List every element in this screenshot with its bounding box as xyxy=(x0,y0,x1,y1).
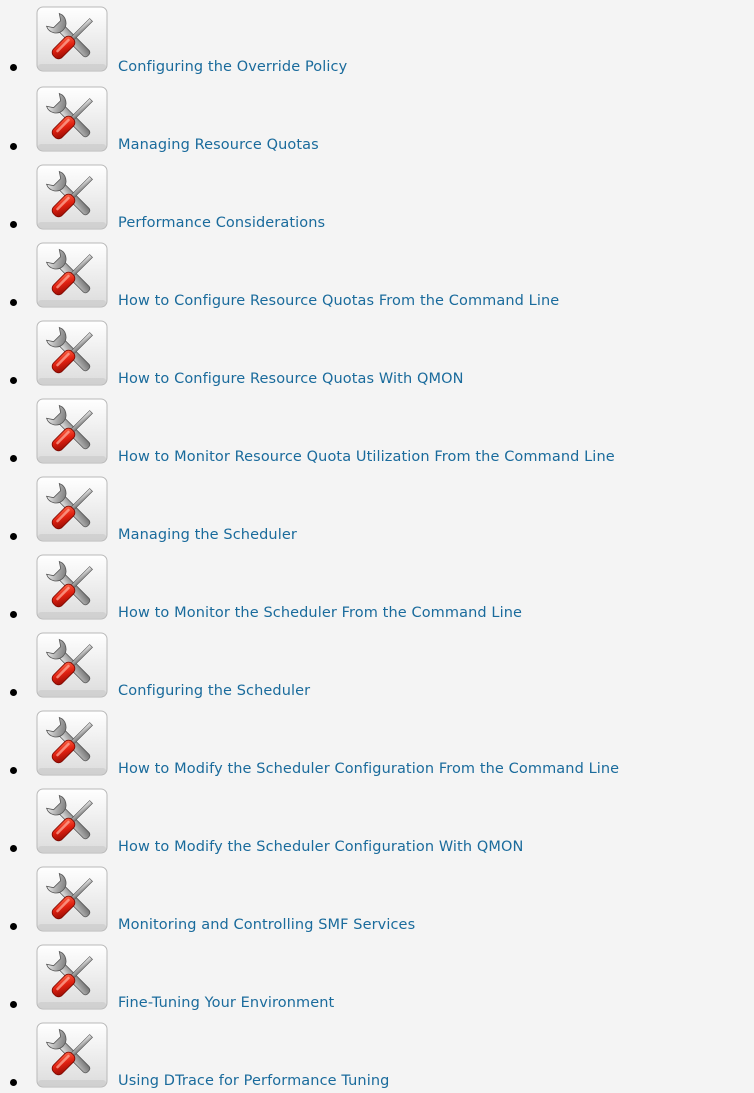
list-item: How to Modify the Scheduler Configuratio… xyxy=(0,782,754,860)
list-item: How to Modify the Scheduler Configuratio… xyxy=(0,704,754,782)
bullet xyxy=(10,1001,17,1008)
task-link[interactable]: How to Configure Resource Quotas With QM… xyxy=(118,370,464,388)
bullet xyxy=(10,533,17,540)
tools-icon xyxy=(36,866,108,932)
task-link[interactable]: Using DTrace for Performance Tuning xyxy=(118,1072,389,1090)
bullet xyxy=(10,923,17,930)
tools-icon xyxy=(36,242,108,308)
list-item: How to Configure Resource Quotas From th… xyxy=(0,236,754,314)
tools-icon xyxy=(36,86,108,152)
bullet xyxy=(10,767,17,774)
tools-icon xyxy=(36,5,108,73)
tools-icon xyxy=(36,788,108,854)
list-item: Fine-Tuning Your Environment xyxy=(0,938,754,1016)
tools-icon xyxy=(36,1022,108,1088)
bullet xyxy=(10,377,17,384)
bullet xyxy=(10,845,17,852)
task-link[interactable]: How to Monitor the Scheduler From the Co… xyxy=(118,604,522,622)
bullet xyxy=(10,221,17,228)
task-link[interactable]: Configuring the Override Policy xyxy=(118,58,347,76)
list-item: Monitoring and Controlling SMF Services xyxy=(0,860,754,938)
tools-icon xyxy=(36,632,108,698)
bullet xyxy=(10,689,17,696)
list-item: Managing Resource Quotas xyxy=(0,80,754,158)
task-link[interactable]: How to Modify the Scheduler Configuratio… xyxy=(118,760,619,778)
task-link[interactable]: How to Configure Resource Quotas From th… xyxy=(118,292,559,310)
task-list: Configuring the Override Policy Managing… xyxy=(0,0,754,1093)
bullet xyxy=(10,64,17,71)
tools-icon xyxy=(36,164,108,230)
bullet xyxy=(10,455,17,462)
tools-icon xyxy=(36,944,108,1010)
task-link[interactable]: Monitoring and Controlling SMF Services xyxy=(118,916,415,934)
task-link[interactable]: How to Monitor Resource Quota Utilizatio… xyxy=(118,448,615,466)
task-link[interactable]: Performance Considerations xyxy=(118,214,325,232)
list-item: How to Monitor Resource Quota Utilizatio… xyxy=(0,392,754,470)
list-item: How to Monitor the Scheduler From the Co… xyxy=(0,548,754,626)
list-item: Using DTrace for Performance Tuning xyxy=(0,1016,754,1093)
bullet xyxy=(10,611,17,618)
task-link[interactable]: Managing the Scheduler xyxy=(118,526,297,544)
tools-icon xyxy=(36,320,108,386)
list-item: Configuring the Override Policy xyxy=(0,0,754,80)
tools-icon xyxy=(36,398,108,464)
tools-icon xyxy=(36,554,108,620)
tools-icon xyxy=(36,476,108,542)
bullet xyxy=(10,1079,17,1086)
bullet xyxy=(10,143,17,150)
bullet xyxy=(10,299,17,306)
task-link[interactable]: Configuring the Scheduler xyxy=(118,682,310,700)
task-link[interactable]: How to Modify the Scheduler Configuratio… xyxy=(118,838,523,856)
list-item: Configuring the Scheduler xyxy=(0,626,754,704)
task-link[interactable]: Managing Resource Quotas xyxy=(118,136,319,154)
task-link[interactable]: Fine-Tuning Your Environment xyxy=(118,994,334,1012)
list-item: Performance Considerations xyxy=(0,158,754,236)
tools-icon xyxy=(36,710,108,776)
list-item: Managing the Scheduler xyxy=(0,470,754,548)
list-item: How to Configure Resource Quotas With QM… xyxy=(0,314,754,392)
